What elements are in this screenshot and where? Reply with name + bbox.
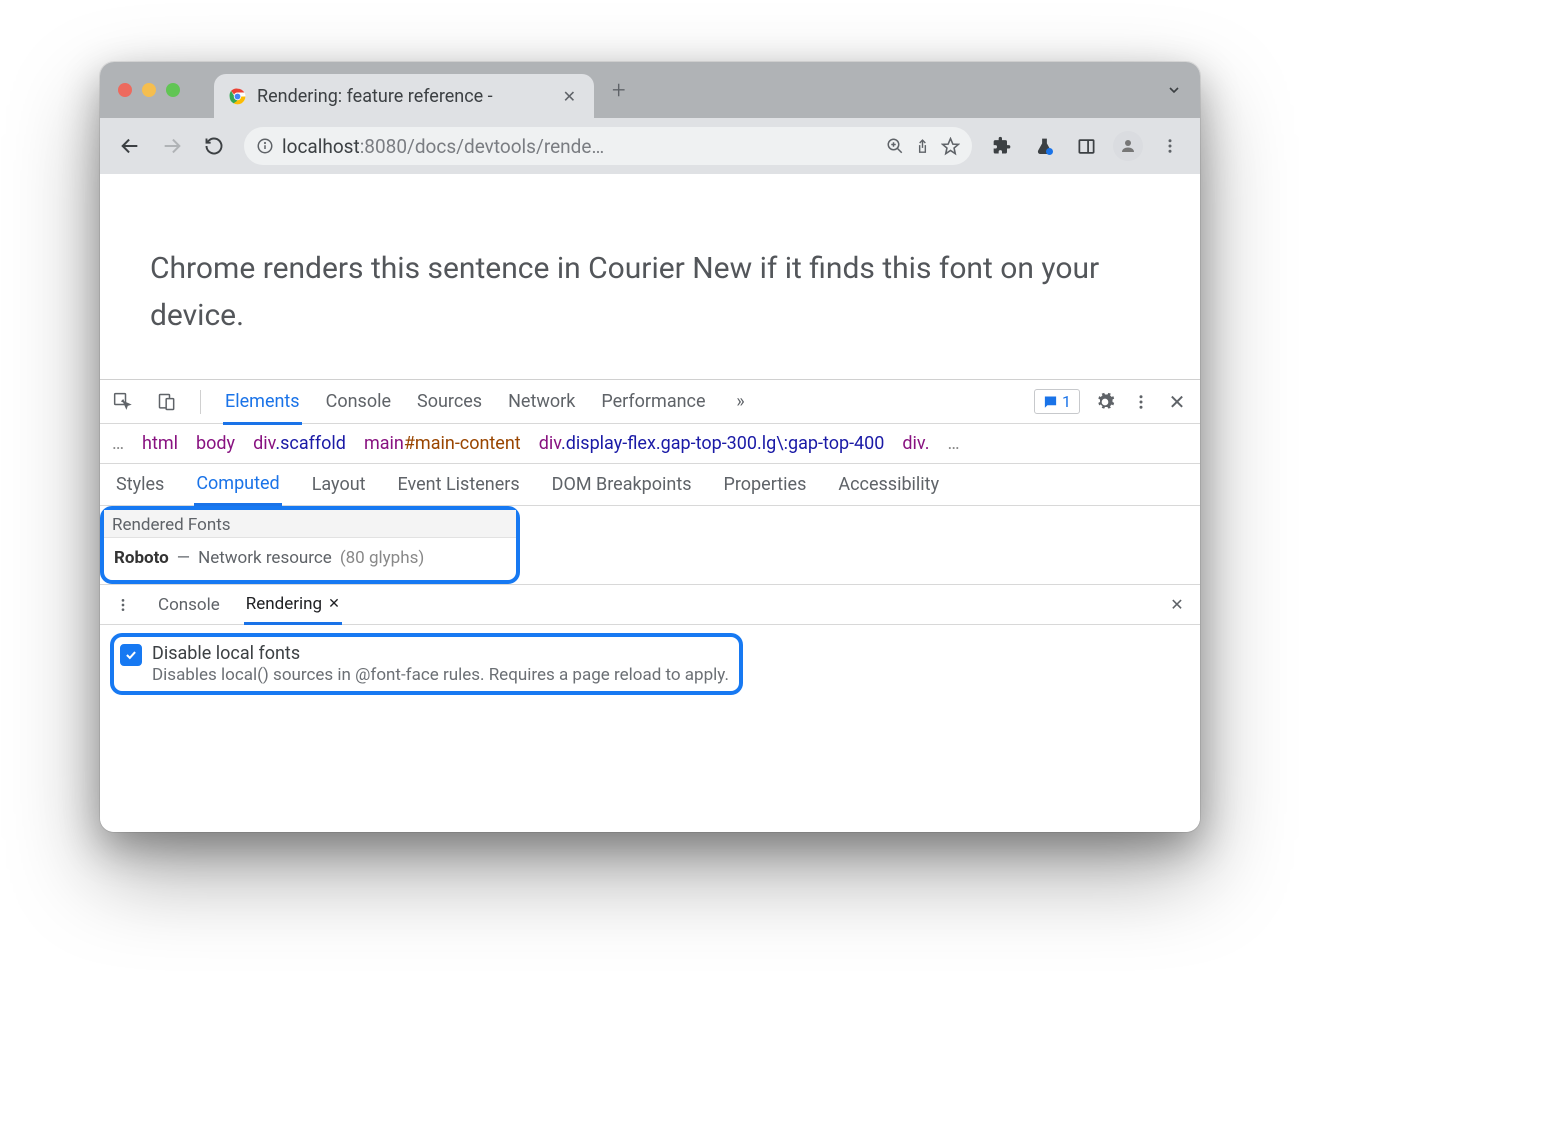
devtools-tabs: Elements Console Sources Network Perform… — [100, 380, 1200, 424]
issues-badge[interactable]: 1 — [1034, 389, 1080, 414]
profile-button[interactable] — [1110, 128, 1146, 164]
device-toolbar-icon[interactable] — [156, 391, 178, 413]
drawer-menu-icon[interactable] — [112, 594, 134, 616]
tab-performance[interactable]: Performance — [599, 381, 707, 422]
option-description: Disables local() sources in @font-face r… — [152, 665, 729, 685]
tab-elements[interactable]: Elements — [223, 381, 302, 425]
more-tabs-icon[interactable]: » — [730, 391, 752, 413]
close-tab-button[interactable]: ✕ — [559, 85, 580, 108]
chrome-favicon-icon — [228, 87, 247, 106]
avatar-icon — [1113, 131, 1143, 161]
site-info-icon[interactable] — [256, 137, 274, 155]
navigation-toolbar: localhost:8080/docs/devtools/rende… — [100, 118, 1200, 174]
disable-local-fonts-option[interactable]: Disable local fonts Disables local() sou… — [120, 643, 729, 685]
close-drawer-tab-icon[interactable]: ✕ — [328, 596, 340, 612]
inspect-element-icon[interactable] — [112, 391, 134, 413]
elements-breadcrumb[interactable]: … html body div.scaffold main#main-conte… — [100, 424, 1200, 464]
subtab-dom-breakpoints[interactable]: DOM Breakpoints — [550, 465, 694, 504]
breadcrumb-overflow-right[interactable]: … — [947, 433, 959, 454]
labs-button[interactable] — [1026, 128, 1062, 164]
settings-icon[interactable] — [1094, 391, 1116, 413]
rendered-font-row: Roboto — Network resource (80 glyphs) — [104, 538, 516, 580]
tab-network[interactable]: Network — [506, 381, 577, 422]
subtab-computed[interactable]: Computed — [194, 464, 281, 506]
subtab-layout[interactable]: Layout — [310, 465, 368, 504]
close-drawer-icon[interactable]: ✕ — [1166, 594, 1188, 616]
elements-subtabs: Styles Computed Layout Event Listeners D… — [100, 464, 1200, 506]
drawer-tabs: Console Rendering ✕ ✕ — [100, 585, 1200, 625]
subtab-properties[interactable]: Properties — [722, 465, 809, 504]
breadcrumb-item: html — [142, 433, 178, 454]
font-source: Network resource — [198, 548, 332, 568]
breadcrumb-item: div.display-flex.gap-top-300.lg\:gap-top… — [539, 433, 885, 454]
extensions-button[interactable] — [984, 128, 1020, 164]
breadcrumb-item: div. — [902, 433, 929, 454]
tab-list-button[interactable] — [1166, 82, 1182, 98]
minimize-window-button[interactable] — [142, 83, 156, 97]
breadcrumb-item: main#main-content — [364, 433, 521, 454]
url-text: localhost:8080/docs/devtools/rende… — [282, 135, 604, 158]
window-controls — [118, 83, 180, 97]
forward-button[interactable] — [154, 128, 190, 164]
tab-console[interactable]: Console — [324, 381, 393, 422]
close-window-button[interactable] — [118, 83, 132, 97]
sample-sentence: Chrome renders this sentence in Courier … — [150, 246, 1150, 339]
devtools-panel: Elements Console Sources Network Perform… — [100, 379, 1200, 832]
rendering-drawer: Disable local fonts Disables local() sou… — [100, 625, 1200, 709]
rendered-fonts-header: Rendered Fonts — [104, 510, 516, 538]
tab-title: Rendering: feature reference - — [257, 86, 549, 107]
option-title: Disable local fonts — [152, 643, 729, 664]
breadcrumb-overflow-left[interactable]: … — [112, 433, 124, 454]
reload-button[interactable] — [196, 128, 232, 164]
browser-tab[interactable]: Rendering: feature reference - ✕ — [214, 74, 594, 118]
drawer-tab-rendering[interactable]: Rendering ✕ — [244, 586, 342, 625]
subtab-event-listeners[interactable]: Event Listeners — [396, 465, 522, 504]
side-panel-button[interactable] — [1068, 128, 1104, 164]
breadcrumb-item: body — [196, 433, 235, 454]
close-devtools-icon[interactable]: ✕ — [1166, 391, 1188, 413]
zoom-icon[interactable] — [886, 137, 904, 155]
drawer-tab-console[interactable]: Console — [156, 587, 222, 623]
subtab-styles[interactable]: Styles — [114, 465, 166, 504]
share-icon[interactable] — [914, 138, 931, 155]
browser-window: Rendering: feature reference - ✕ + local… — [100, 62, 1200, 832]
chrome-menu-button[interactable] — [1152, 128, 1188, 164]
bookmark-icon[interactable] — [941, 137, 960, 156]
maximize-window-button[interactable] — [166, 83, 180, 97]
font-name: Roboto — [114, 548, 169, 568]
breadcrumb-item: div.scaffold — [253, 433, 346, 454]
glyph-count: (80 glyphs) — [340, 548, 424, 568]
tab-sources[interactable]: Sources — [415, 381, 484, 422]
address-bar[interactable]: localhost:8080/docs/devtools/rende… — [244, 127, 972, 165]
tab-strip: Rendering: feature reference - ✕ + — [100, 62, 1200, 118]
subtab-accessibility[interactable]: Accessibility — [836, 465, 941, 504]
page-content: Chrome renders this sentence in Courier … — [100, 174, 1200, 379]
rendered-fonts-section: Rendered Fonts Roboto — Network resource… — [100, 506, 1200, 585]
omnibox-actions — [886, 137, 960, 156]
devtools-menu-icon[interactable] — [1130, 391, 1152, 413]
disable-local-fonts-checkbox[interactable] — [120, 644, 142, 666]
new-tab-button[interactable]: + — [612, 76, 626, 104]
back-button[interactable] — [112, 128, 148, 164]
